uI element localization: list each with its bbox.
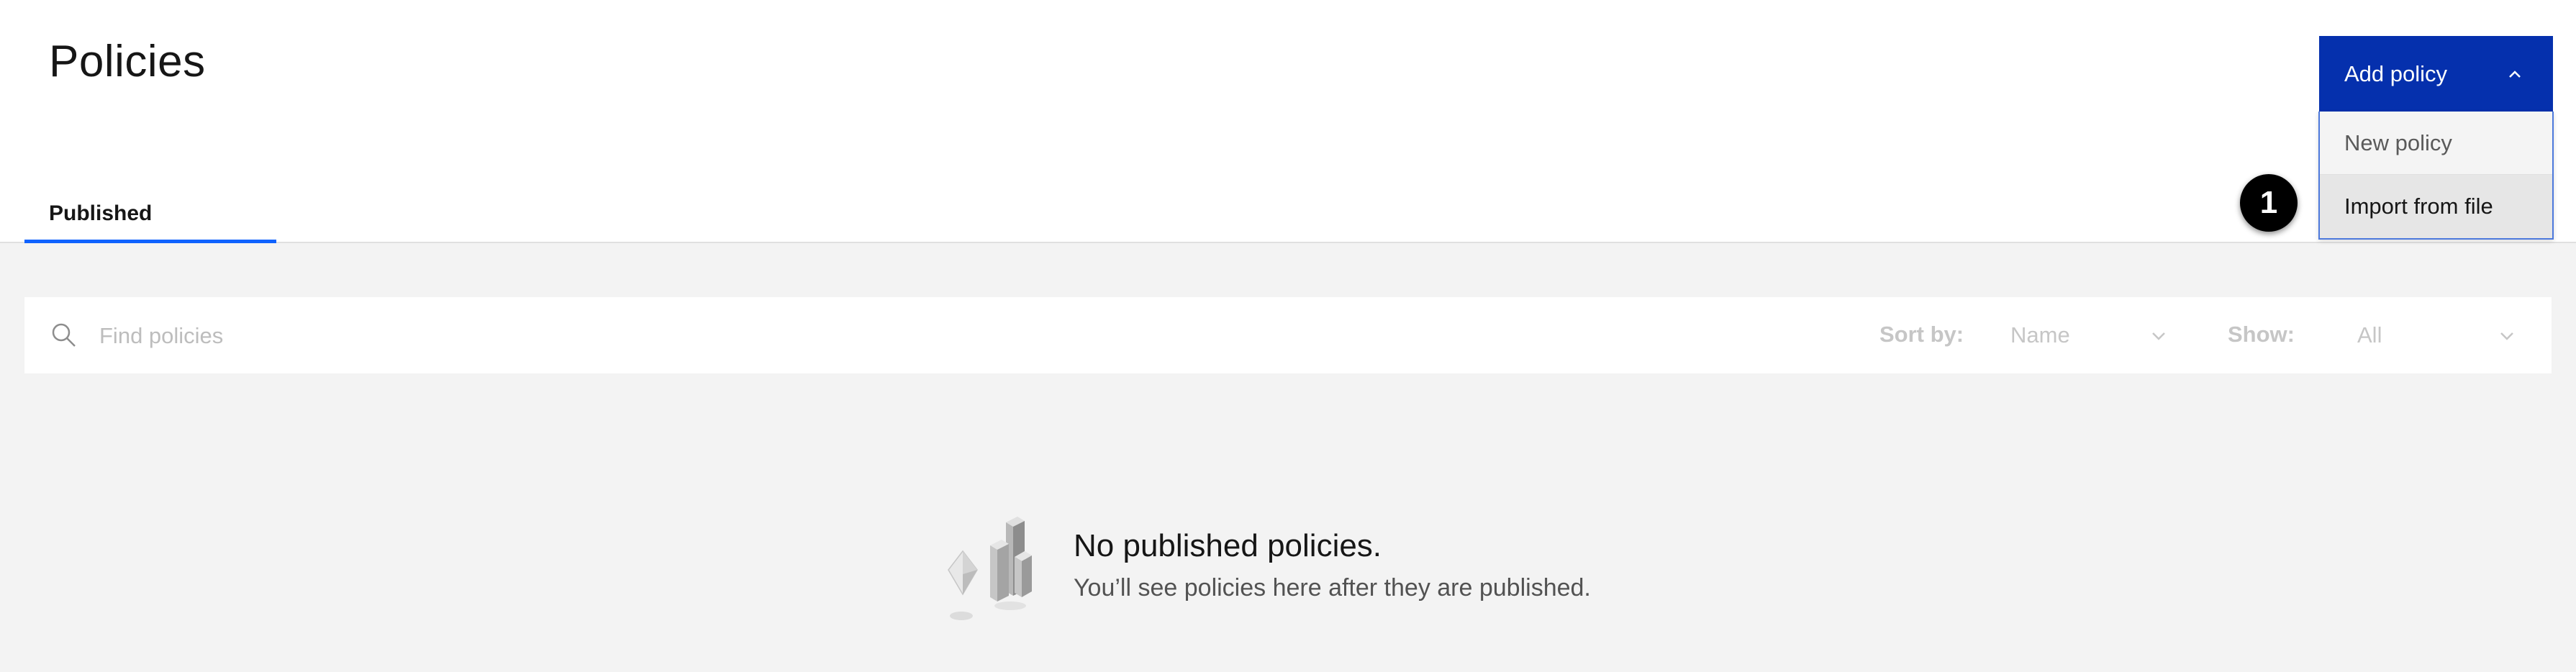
menu-item-new-policy[interactable]: New policy [2320,112,2552,175]
empty-state-subtitle: You’ll see policies here after they are … [1074,574,1591,601]
chevron-down-icon [2500,332,2513,340]
show-label: Show: [2228,322,2295,347]
sort-by-label: Sort by: [1879,322,1964,347]
page-title: Policies [49,37,206,86]
tab-published[interactable]: Published [24,193,276,243]
search-icon [52,323,76,347]
filter-toolbar: Sort by: Name Show: All [24,297,2552,373]
add-policy-button[interactable]: Add policy [2319,36,2553,112]
chevron-up-icon [2509,71,2521,78]
menu-item-import-from-file-label: Import from file [2344,194,2493,219]
chevron-down-icon [2152,332,2165,340]
tab-published-label: Published [49,201,153,225]
empty-state-illustration [948,517,1032,620]
menu-item-new-policy-label: New policy [2344,130,2452,155]
sort-by-value: Name [2010,322,2070,348]
search-input[interactable] [99,316,603,356]
menu-item-import-from-file[interactable]: Import from file [2320,175,2552,238]
empty-state-title: No published policies. [1074,528,1382,563]
step-callout-badge: 1 [2240,174,2298,232]
page-header: Policies Published [0,0,2576,243]
add-policy-label: Add policy [2344,60,2448,86]
add-policy-menu: New policy Import from file [2318,112,2554,240]
show-value: All [2357,322,2382,348]
